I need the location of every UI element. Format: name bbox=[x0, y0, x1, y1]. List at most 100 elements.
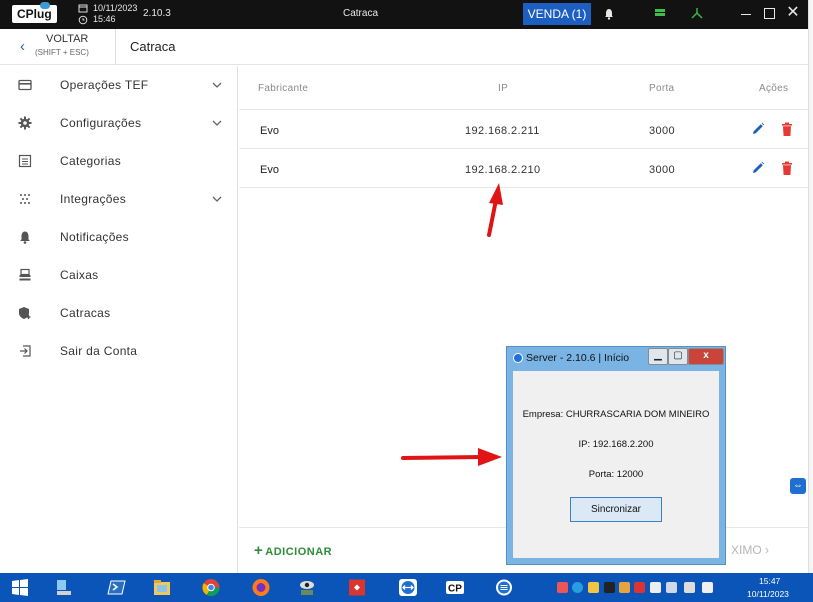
windows-logo-icon bbox=[12, 579, 28, 596]
table-header: Fabricante IP Porta Ações bbox=[239, 66, 808, 110]
taskbar-item-chrome[interactable] bbox=[191, 573, 231, 602]
add-button[interactable]: + ADICIONAR bbox=[254, 542, 332, 559]
sidebar-item-caixas[interactable]: Caixas bbox=[0, 256, 238, 294]
cell-fabricante: Evo bbox=[260, 164, 279, 176]
maximize-button[interactable] bbox=[764, 8, 775, 19]
server-empresa: Empresa: CHURRASCARIA DOM MINEIRO bbox=[522, 409, 710, 420]
taskbar-item-powershell[interactable] bbox=[97, 573, 137, 602]
server-window-title: Server - 2.10.6 | Início bbox=[526, 352, 630, 364]
taskbar-clock-date[interactable]: 10/11/2023 bbox=[747, 589, 789, 599]
server-title-bar[interactable]: Server - 2.10.6 | Início ▁ ▢ x bbox=[507, 347, 725, 369]
taskbar-item-teamviewer[interactable] bbox=[388, 573, 428, 602]
taskbar: CP 15:47 10/11/2023 bbox=[0, 573, 813, 602]
column-header-fabricante[interactable]: Fabricante bbox=[258, 83, 308, 94]
chevron-down-icon bbox=[212, 196, 222, 202]
start-button[interactable] bbox=[0, 573, 40, 602]
taskbar-item-firefox[interactable] bbox=[241, 573, 281, 602]
tray-app-icon[interactable] bbox=[619, 582, 630, 593]
next-page-button[interactable]: XIMO › bbox=[731, 543, 769, 557]
cell-fabricante: Evo bbox=[260, 125, 279, 137]
sidebar-item-label: Caixas bbox=[60, 268, 99, 282]
clock-icon bbox=[78, 15, 88, 25]
sidebar: Operações TEF Configurações Categorias I… bbox=[0, 66, 238, 573]
server-app-icon bbox=[513, 353, 523, 363]
tray-printer-icon[interactable] bbox=[684, 582, 695, 593]
window-title: Catraca bbox=[343, 8, 379, 19]
chevron-down-icon bbox=[212, 82, 222, 88]
add-button-label: ADICIONAR bbox=[265, 546, 333, 558]
server-close-button[interactable]: x bbox=[688, 348, 724, 365]
app-name: CPlug bbox=[17, 7, 52, 21]
network-icon[interactable] bbox=[691, 7, 703, 19]
list-icon bbox=[18, 154, 32, 168]
tray-display-icon[interactable] bbox=[604, 582, 615, 593]
app-version: 2.10.3 bbox=[143, 8, 171, 19]
tray-user-icon[interactable] bbox=[588, 582, 599, 593]
annotation-arrow-up bbox=[487, 183, 503, 237]
sincronizar-button[interactable]: Sincronizar bbox=[570, 497, 662, 522]
cell-porta: 3000 bbox=[649, 164, 676, 176]
back-button[interactable]: VOLTAR bbox=[46, 33, 88, 45]
bell-icon bbox=[20, 231, 30, 244]
exit-icon bbox=[20, 345, 31, 357]
sidebar-item-operacoes-tef[interactable]: Operações TEF bbox=[0, 66, 238, 104]
sidebar-item-integracoes[interactable]: Integrações bbox=[0, 180, 238, 218]
sidebar-item-label: Configurações bbox=[60, 116, 142, 130]
sidebar-item-catracas[interactable]: Catracas bbox=[0, 294, 238, 332]
delete-trash-icon[interactable] bbox=[781, 122, 793, 137]
printer-status-icon[interactable] bbox=[655, 8, 665, 18]
sidebar-item-label: Integrações bbox=[60, 192, 127, 206]
back-chevron-icon[interactable]: ‹ bbox=[20, 39, 25, 54]
minimize-button[interactable] bbox=[741, 14, 751, 15]
close-button[interactable]: ✕ bbox=[786, 5, 800, 21]
taskbar-item-cplug[interactable]: CP bbox=[435, 573, 475, 602]
tray-red-app-icon[interactable] bbox=[634, 582, 645, 593]
titlebar-date: 10/11/2023 bbox=[93, 3, 138, 13]
sidebar-item-categorias[interactable]: Categorias bbox=[0, 142, 238, 180]
server-maximize-button[interactable]: ▢ bbox=[668, 348, 688, 365]
tray-monitor-icon[interactable] bbox=[666, 582, 677, 593]
sidebar-item-notificacoes[interactable]: Notificações bbox=[0, 218, 238, 256]
server-window: Server - 2.10.6 | Início ▁ ▢ x Empresa: … bbox=[506, 346, 726, 565]
sidebar-item-label: Operações TEF bbox=[60, 78, 149, 92]
taskbar-item-server[interactable] bbox=[484, 573, 524, 602]
tray-volume-icon[interactable] bbox=[702, 582, 713, 593]
calendar-icon bbox=[78, 4, 88, 13]
edit-pencil-icon[interactable] bbox=[751, 161, 765, 175]
server-ip: IP: 192.168.2.200 bbox=[578, 439, 654, 450]
taskbar-item-anydesk[interactable] bbox=[337, 573, 377, 602]
tray-network-icon[interactable] bbox=[557, 582, 568, 593]
eye-app-icon bbox=[300, 581, 314, 595]
table-row[interactable]: Evo 192.168.2.211 3000 bbox=[239, 110, 808, 149]
sidebar-item-sair-da-conta[interactable]: Sair da Conta bbox=[0, 332, 238, 370]
edit-pencil-icon[interactable] bbox=[751, 122, 765, 136]
app-window: CPlug 10/11/2023 15:46 2.10.3 Catraca VE… bbox=[0, 0, 813, 602]
column-header-ip[interactable]: IP bbox=[498, 83, 508, 94]
card-icon bbox=[18, 79, 32, 91]
taskbar-item-eye-app[interactable] bbox=[287, 573, 327, 602]
bell-icon[interactable] bbox=[604, 8, 614, 20]
column-header-porta[interactable]: Porta bbox=[649, 83, 674, 94]
taskbar-item-explorer[interactable] bbox=[142, 573, 182, 602]
title-bar: CPlug 10/11/2023 15:46 2.10.3 Catraca VE… bbox=[0, 0, 808, 29]
venda-button[interactable]: VENDA (1) bbox=[523, 3, 591, 25]
back-shortcut-hint: (SHIFT + ESC) bbox=[35, 48, 89, 57]
cell-ip: 192.168.2.210 bbox=[465, 164, 541, 176]
taskbar-item-computer[interactable] bbox=[44, 573, 84, 602]
table-row[interactable]: Evo 192.168.2.210 3000 bbox=[239, 149, 808, 188]
titlebar-time: 15:46 bbox=[93, 14, 116, 24]
cell-porta: 3000 bbox=[649, 125, 676, 137]
cell-ip: 192.168.2.211 bbox=[465, 125, 540, 137]
delete-trash-icon[interactable] bbox=[781, 161, 793, 176]
server-minimize-button[interactable]: ▁ bbox=[648, 348, 668, 365]
taskbar-clock-time[interactable]: 15:47 bbox=[759, 576, 780, 586]
shield-plus-icon bbox=[19, 307, 31, 319]
remote-access-icon[interactable]: ⇔ bbox=[790, 478, 806, 494]
chevron-down-icon bbox=[212, 120, 222, 126]
folder-icon bbox=[154, 580, 170, 595]
register-icon bbox=[19, 268, 31, 281]
server-body: Empresa: CHURRASCARIA DOM MINEIRO IP: 19… bbox=[513, 371, 719, 558]
tray-teamviewer-small-icon[interactable] bbox=[650, 582, 661, 593]
sidebar-item-configuracoes[interactable]: Configurações bbox=[0, 104, 238, 142]
tray-teamviewer-icon[interactable] bbox=[572, 582, 583, 593]
